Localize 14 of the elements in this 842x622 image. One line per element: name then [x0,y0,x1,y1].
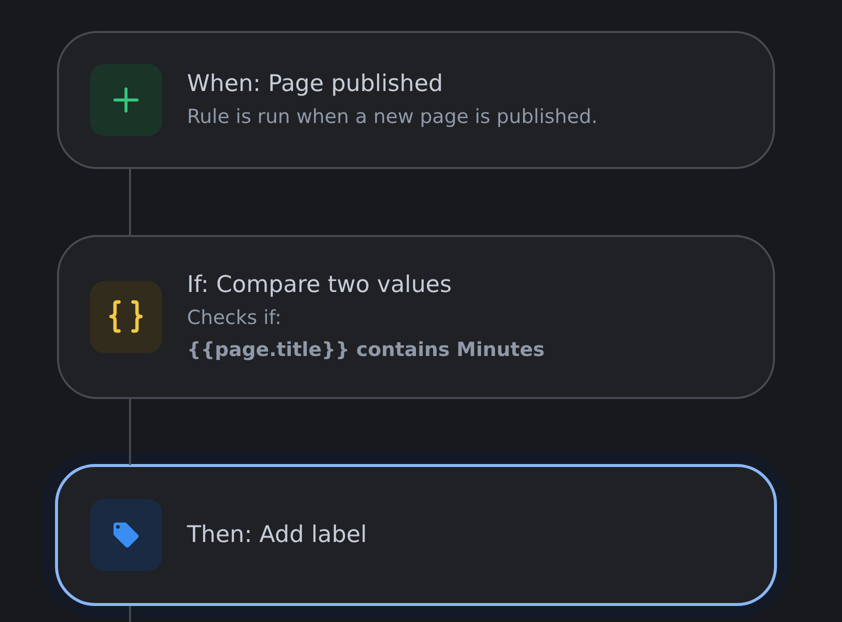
step-title: When: Page published [187,70,444,99]
condition-expression: {{page.title}} contains Minutes [187,337,545,363]
step-description: Rule is run when a new page is published. [187,104,598,130]
step-title: If: Compare two values [187,271,453,300]
step-description: Checks if: [187,305,283,331]
connector-line [129,606,131,622]
step-card[interactable]: When: Page published Rule is run when a new page is published. [57,31,775,169]
connector-line [129,169,131,235]
plus-icon [90,64,162,136]
tag-icon [90,499,162,571]
connector-line [129,399,131,465]
step-title: Then: Add label [187,521,367,550]
braces-icon [90,281,162,353]
step-card[interactable]: If: Compare two values Checks if: {{page.title}} contains Minutes [57,235,775,399]
